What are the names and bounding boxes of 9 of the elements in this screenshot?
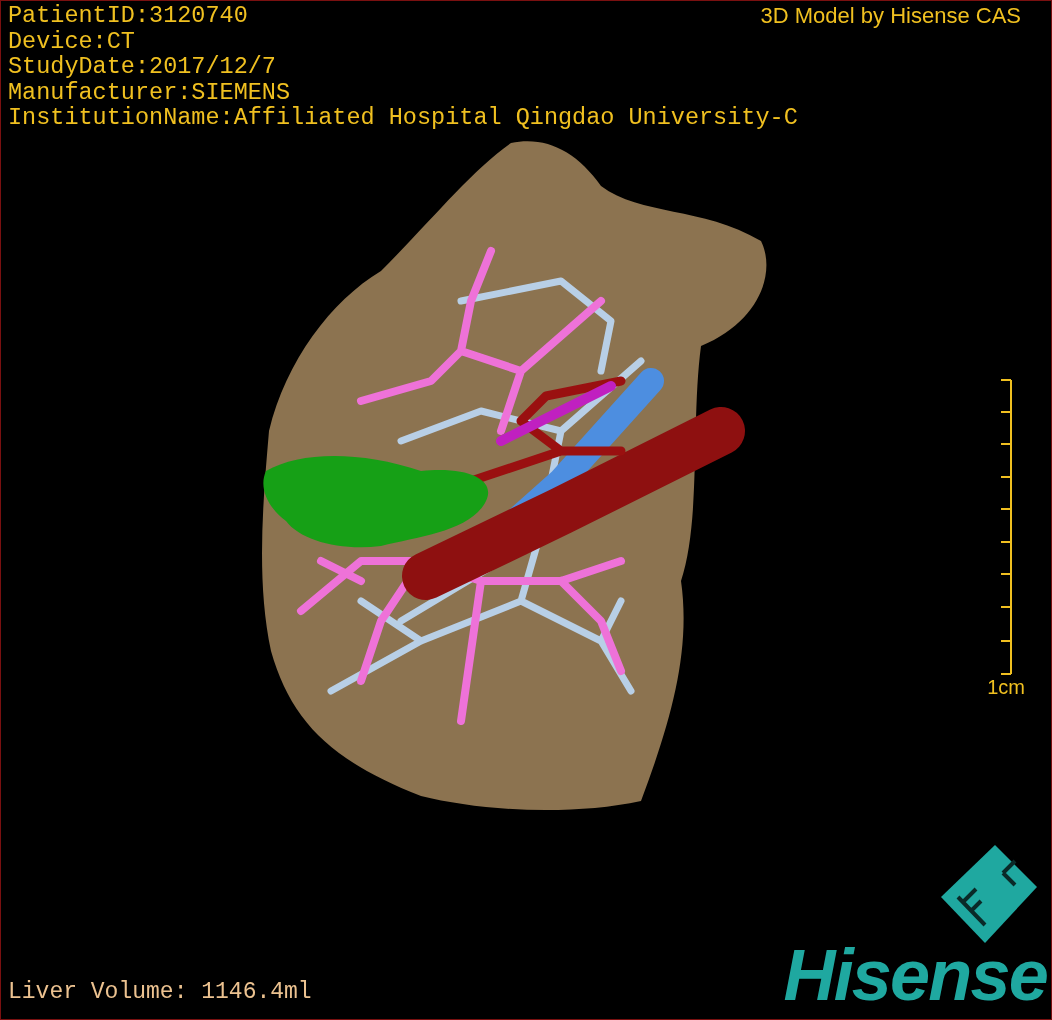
patient-info-text: Manufacturer:SIEMENS [8,79,291,105]
logo-text: Hisense [783,937,1047,1013]
credit-text: 3D Model by Hisense CAS [760,3,1021,29]
liver-volume-text: Liver Volume: 1146.4ml [8,979,312,1005]
patient-info-text: PatientID:3120740 [8,3,248,29]
patient-info-text: Device:CT [8,28,135,54]
patient-info-text: InstitutionName:Affiliated Hospital Qingdao University-C [8,105,798,131]
patient-info-text: StudyDate:2017/12/7 [8,54,276,80]
scale-label: 1cm [987,675,1025,699]
